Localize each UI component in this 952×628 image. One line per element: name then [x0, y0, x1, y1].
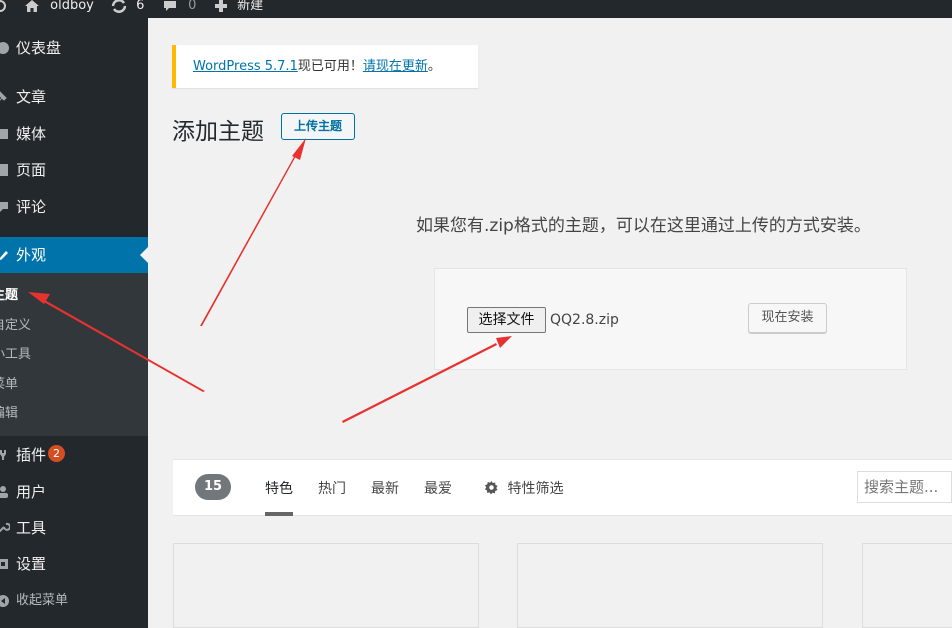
notice-period: 。: [427, 59, 441, 74]
feature-filter-button[interactable]: 特性筛选: [484, 478, 563, 498]
menu-label: 评论: [16, 198, 47, 216]
collapse-icon: [0, 595, 9, 607]
dashboard-icon: [0, 42, 9, 54]
menu-label: 用户: [16, 483, 47, 501]
menu-item-settings[interactable]: 设置: [0, 546, 148, 582]
menu-item-pages[interactable]: 页面: [0, 152, 148, 188]
menu-item-users[interactable]: 用户: [0, 474, 148, 510]
update-now-link[interactable]: 请现在更新: [363, 59, 428, 74]
menu-label: 外观: [16, 246, 47, 264]
tab-latest[interactable]: 最新: [371, 478, 399, 498]
tab-popular[interactable]: 热门: [318, 478, 346, 498]
submenu-item-widgets[interactable]: 小工具: [0, 343, 31, 367]
updates-count: 6: [136, 0, 145, 13]
gear-icon: [484, 480, 498, 495]
upload-theme-button[interactable]: 上传主题: [281, 113, 355, 140]
page-icon: [0, 164, 8, 176]
comment-bubble-icon: [164, 0, 176, 11]
plugin-icon: [0, 450, 6, 460]
pin-icon: [0, 91, 7, 101]
menu-label: 页面: [16, 161, 47, 179]
search-themes-input[interactable]: [857, 471, 952, 503]
menu-label: 仪表盘: [16, 39, 62, 57]
tab-favorites[interactable]: 最爱: [424, 478, 452, 498]
new-label: 新建: [237, 0, 264, 13]
theme-card[interactable]: [517, 543, 823, 628]
appearance-submenu: 主题 自定义 小工具 菜单 编辑: [0, 273, 148, 436]
site-name-link[interactable]: oldboy: [24, 0, 94, 16]
menu-label: 收起菜单: [16, 593, 69, 608]
install-now-button[interactable]: 现在安装: [748, 303, 827, 333]
wordpress-logo-icon[interactable]: [0, 0, 6, 16]
admin-bar: oldboy 6 0 新建: [0, 0, 952, 18]
collapse-menu-button[interactable]: 收起菜单: [0, 583, 148, 619]
submenu-item-menus[interactable]: 菜单: [0, 373, 18, 397]
annotation-arrow: [200, 138, 306, 326]
menu-label: 设置: [16, 555, 47, 573]
menu-label: 媒体: [16, 125, 47, 143]
menu-label: 插件: [16, 446, 47, 464]
page-title: 添加主题: [172, 119, 264, 145]
notice-text: 现已可用！: [297, 59, 363, 74]
update-notice: WordPress 5.7.1现已可用！请现在更新。: [172, 45, 478, 88]
feature-filter-label: 特性筛选: [507, 481, 564, 497]
brush-icon: [0, 251, 8, 260]
choose-file-button[interactable]: 选择文件: [467, 307, 546, 333]
admin-sidebar: 仪表盘 文章 媒体 页面 评论 外观 主题 自定义 小工具 菜单 编辑 插件2 …: [0, 18, 148, 628]
submenu-item-editor[interactable]: 编辑: [0, 402, 18, 426]
menu-label-wrap: 插件 2: [16, 437, 66, 473]
site-name: oldboy: [50, 0, 94, 13]
plugin-update-badge: 2: [48, 445, 66, 462]
theme-count-badge: 15: [195, 474, 231, 500]
current-menu-arrow: [140, 247, 148, 263]
menu-label: 工具: [16, 519, 47, 537]
comments-link[interactable]: 0: [162, 0, 196, 16]
upload-help-text: 如果您有.zip格式的主题，可以在这里通过上传的方式安装。: [416, 216, 871, 236]
theme-card[interactable]: [862, 543, 952, 628]
menu-item-media[interactable]: 媒体: [0, 116, 148, 152]
settings-icon: [0, 559, 8, 569]
updates-icon: [111, 0, 127, 13]
submenu-item-customize[interactable]: 自定义: [0, 314, 31, 338]
comments-count: 0: [188, 0, 197, 13]
menu-item-posts[interactable]: 文章: [0, 79, 148, 115]
wordpress-version-link[interactable]: WordPress 5.7.1: [193, 59, 298, 74]
plus-icon: [215, 0, 227, 12]
menu-item-dashboard[interactable]: 仪表盘: [0, 30, 148, 66]
home-icon: [25, 0, 39, 12]
menu-item-plugins[interactable]: 插件 2: [0, 437, 148, 473]
menu-item-tools[interactable]: 工具: [0, 510, 148, 546]
chosen-file-name: QQ2.8.zip: [550, 312, 619, 328]
user-icon: [0, 486, 8, 498]
theme-card[interactable]: [173, 543, 479, 628]
new-content-link[interactable]: 新建: [214, 0, 263, 16]
menu-label: 文章: [16, 88, 47, 106]
media-icon: [0, 129, 8, 139]
menu-item-appearance[interactable]: 外观: [0, 237, 148, 273]
updates-link[interactable]: 6: [110, 0, 144, 16]
comment-icon: [0, 202, 8, 212]
menu-item-comments[interactable]: 评论: [0, 189, 148, 225]
active-tab-indicator: [265, 512, 293, 516]
submenu-item-themes[interactable]: 主题: [0, 284, 18, 308]
tab-featured[interactable]: 特色: [265, 478, 293, 498]
wrench-icon: [0, 522, 10, 533]
